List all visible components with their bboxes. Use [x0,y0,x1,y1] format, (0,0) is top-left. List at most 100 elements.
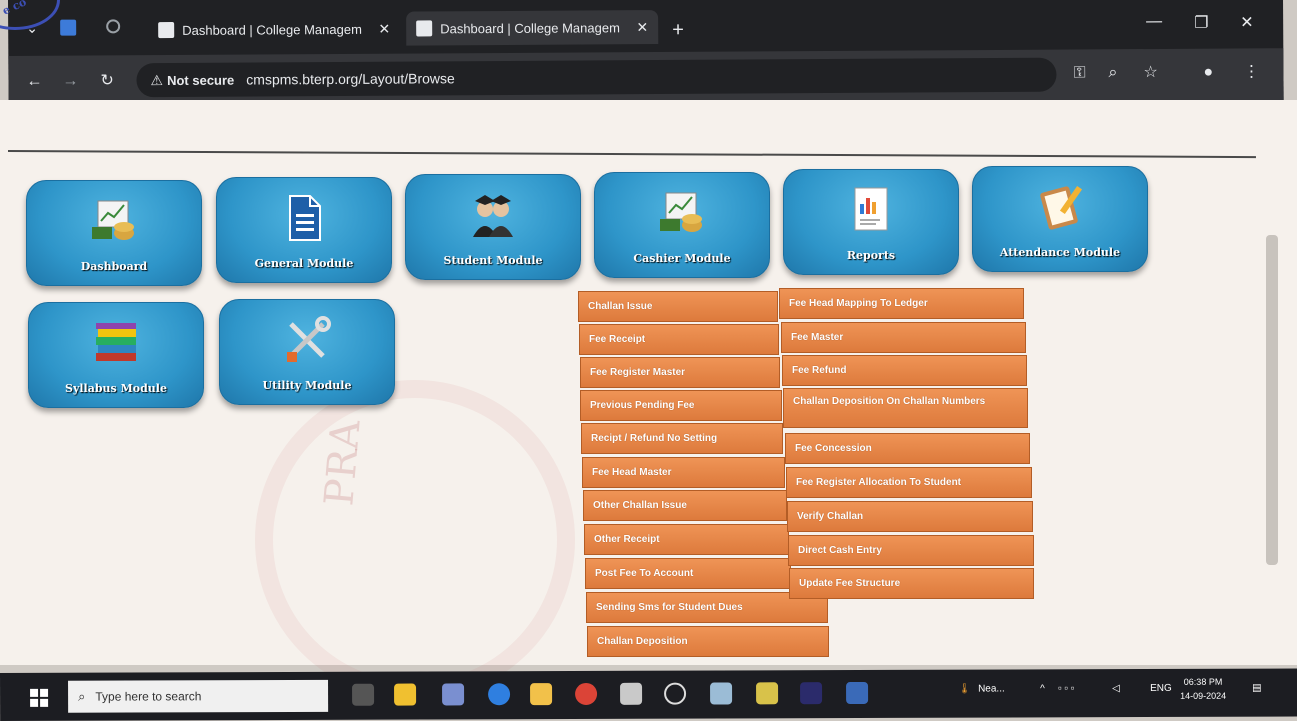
menu-item-challan-issue[interactable]: Challan Issue [578,291,778,322]
menu-item-challan-deposition-on-challan-numbers[interactable]: Challan Deposition On Challan Numbers [783,388,1028,428]
menu-item-fee-register-allocation-to-student[interactable]: Fee Register Allocation To Student [786,467,1032,498]
watermark-seal [255,380,575,700]
whatsapp-app-icon[interactable] [664,682,687,705]
header-divider [7,150,1256,159]
menu-item-update-fee-structure[interactable]: Update Fee Structure [789,568,1034,599]
menu-item-recipt-refund-no-setting[interactable]: Recipt / Refund No Setting [581,423,783,454]
module-tile-dashboard[interactable]: Dashboard [26,180,202,286]
module-tile-student[interactable]: Student Module [405,174,581,280]
menu-item-verify-challan[interactable]: Verify Challan [787,501,1033,532]
menu-item-previous-pending-fee[interactable]: Previous Pending Fee [580,390,782,421]
module-label: Attendance Module [999,246,1121,259]
menu-item-other-receipt[interactable]: Other Receipt [584,524,789,555]
browser-chrome: ⌄ Dashboard | College Managem ✕ Dashboar… [8,0,1284,108]
dashboard-icon [92,200,134,240]
menu-item-fee-refund[interactable]: Fee Refund [782,355,1027,386]
tab-1[interactable]: Dashboard | College Managem ✕ [148,12,400,48]
cashier-icon [660,192,702,232]
profile-icon[interactable]: ● [1203,64,1213,81]
address-bar[interactable]: ⚠ Not secure cmspms.bterp.org/Layout/Bro… [136,57,1057,98]
module-label: Syllabus Module [65,382,167,395]
module-label: Cashier Module [633,252,731,265]
forward-icon[interactable]: → [62,73,78,90]
module-tile-general[interactable]: General Module [216,177,392,283]
page-favicon-icon [416,20,433,37]
url-text[interactable]: cmspms.bterp.org/Layout/Browse [246,70,455,87]
minimize-icon[interactable]: — [1146,13,1162,31]
pinned-tab-icon[interactable] [60,19,77,36]
volume-icon[interactable]: ◁ [1112,683,1120,694]
clock-time: 06:38 PM [1183,676,1223,687]
app-icon[interactable] [800,682,823,705]
language-indicator[interactable]: ENG [1150,683,1172,694]
close-window-icon[interactable]: ✕ [1240,12,1254,32]
vertical-scrollbar[interactable] [1266,235,1278,565]
app-icon[interactable] [756,682,779,705]
file-explorer-icon[interactable] [530,683,553,706]
back-icon[interactable]: ← [26,73,42,90]
menu-item-fee-register-master[interactable]: Fee Register Master [580,357,780,388]
clipboard-icon [1040,185,1083,230]
menu-kebab-icon[interactable]: ⋮ [1243,63,1259,80]
module-tile-cashier[interactable]: Cashier Module [594,172,770,278]
pinned-tab-globe-icon[interactable] [106,19,121,34]
page-content: PRA Dashboard General Module Student Mod… [0,100,1297,700]
module-tile-reports[interactable]: Reports [783,169,959,275]
app-icon[interactable] [846,681,869,705]
tray-chevron-icon[interactable]: ^ [1040,683,1045,694]
module-label: Reports [846,249,896,262]
module-tile-syllabus[interactable]: Syllabus Module [28,302,204,408]
page-favicon-icon [158,21,175,39]
app-icon[interactable] [710,682,733,705]
edge-app-icon[interactable] [488,683,511,706]
tab-strip: ⌄ Dashboard | College Managem ✕ Dashboar… [8,0,1283,48]
bookmark-star-icon[interactable]: ☆ [1143,64,1157,81]
search-icon: ⌕ [78,688,86,704]
new-tab-button[interactable]: + [672,19,684,41]
menu-item-fee-master[interactable]: Fee Master [781,322,1026,353]
tray-icons[interactable]: ▫ ▫ ▫ [1058,683,1074,694]
menu-item-post-fee-to-account[interactable]: Post Fee To Account [585,558,791,589]
task-view-icon[interactable] [352,683,375,706]
close-tab-icon[interactable]: ✕ [636,19,648,36]
password-key-icon[interactable]: ⚿ [1073,64,1085,81]
zoom-icon[interactable]: ⌕ [1108,64,1117,81]
store-app-icon[interactable] [620,682,643,705]
students-icon [473,195,513,237]
warning-icon[interactable]: ⚠ [150,72,163,89]
menu-item-direct-cash-entry[interactable]: Direct Cash Entry [788,535,1034,566]
restore-icon[interactable]: ❐ [1194,13,1208,33]
module-label: Student Module [443,254,543,267]
tools-icon [287,316,331,362]
search-placeholder: Type here to search [95,689,202,704]
weather-text[interactable]: Nea... [978,683,1005,694]
close-tab-icon[interactable]: ✕ [378,20,390,37]
watermark-text: PRA [316,418,370,508]
module-label: General Module [254,257,354,270]
security-label[interactable]: Not secure [167,72,234,87]
module-label: Utility Module [262,379,352,392]
notepad-app-icon[interactable] [394,683,417,706]
module-tile-utility[interactable]: Utility Module [219,299,395,405]
notifications-icon[interactable]: ▤ [1252,683,1261,694]
menu-item-fee-head-master[interactable]: Fee Head Master [582,457,785,488]
windows-taskbar: ⌕ Type here to search 🌡 Nea... ^ ▫ ▫ ▫ ◁… [0,668,1297,721]
paint-app-icon[interactable] [442,683,465,706]
chrome-app-icon[interactable] [575,682,598,705]
report-icon [854,187,888,231]
clock-date: 14-09-2024 [1180,690,1227,701]
books-icon [96,323,136,361]
menu-item-fee-head-mapping-to-ledger[interactable]: Fee Head Mapping To Ledger [779,288,1024,319]
reload-icon[interactable]: ↻ [100,72,114,89]
menu-item-challan-deposition[interactable]: Challan Deposition [587,626,829,657]
menu-item-fee-concession[interactable]: Fee Concession [785,433,1030,464]
windows-start-icon[interactable] [30,688,49,707]
tab-2[interactable]: Dashboard | College Managem ✕ [406,10,659,46]
module-label: Dashboard [80,260,148,273]
taskbar-search-box[interactable]: ⌕ Type here to search [68,679,329,713]
weather-icon[interactable]: 🌡 [958,684,971,695]
menu-item-fee-receipt[interactable]: Fee Receipt [579,324,779,355]
menu-item-other-challan-issue[interactable]: Other Challan Issue [583,490,787,521]
taskbar-clock[interactable]: 06:38 PM 14-09-2024 [1180,675,1226,703]
module-tile-attendance[interactable]: Attendance Module [972,166,1148,272]
